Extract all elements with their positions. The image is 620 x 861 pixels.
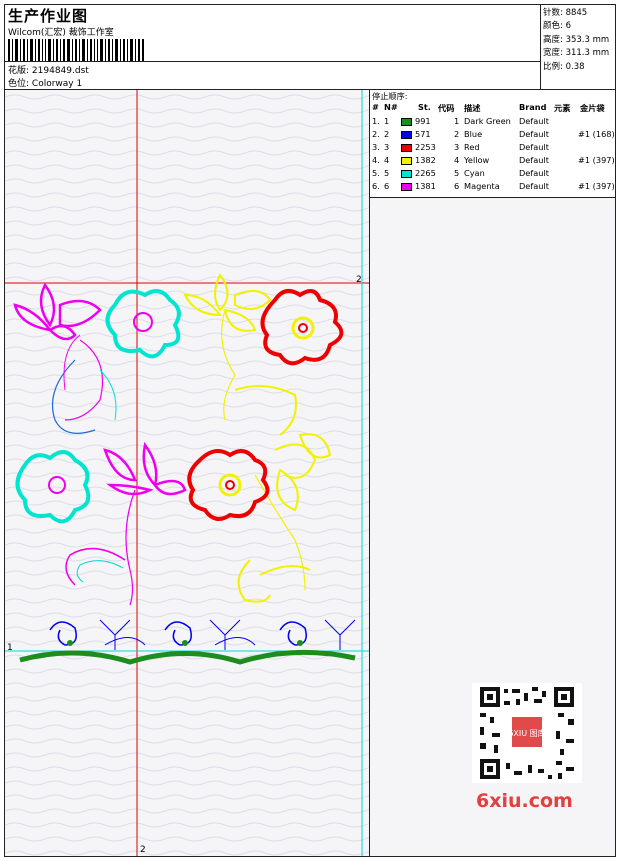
table-row: 2. 2 571 2 Blue Default #1 (168)	[370, 129, 615, 142]
col-index: #	[372, 102, 379, 112]
stat-label: 高度:	[543, 34, 563, 45]
table-row: 4. 4 1382 4 Yellow Default #1 (397)	[370, 155, 615, 168]
stat-value: 311.3 mm	[565, 48, 610, 59]
stat-scale: 比例: 0.38	[543, 61, 609, 74]
embroidery-preview	[5, 90, 369, 856]
row-stitches: 991	[415, 116, 431, 126]
stat-value: 353.3 mm	[565, 34, 610, 45]
stat-label: 宽度:	[543, 48, 563, 59]
stat-label: 针数:	[543, 8, 563, 18]
row-stitches: 1382	[415, 155, 436, 165]
design-file: 花版: 2194849.dst	[8, 63, 89, 76]
row-number: 6	[384, 181, 390, 191]
header: 生产作业图 Wilcom(汇宏) 裁饰工作室 花版: 2194849.dst 色…	[5, 5, 615, 90]
row-description: Magenta	[464, 181, 500, 191]
row-brand: Default	[519, 116, 549, 126]
row-element: #1 (397)	[578, 155, 615, 165]
company-name: Wilcom(汇宏) 裁饰工作室	[8, 28, 114, 38]
colorway: 色位: Colorway 1	[8, 76, 82, 89]
stat-value: 0.38	[565, 61, 585, 72]
row-stitches: 2265	[415, 168, 436, 178]
header-divider	[5, 61, 540, 62]
color-swatch	[401, 183, 412, 191]
row-code: 3	[454, 142, 460, 152]
row-description: Blue	[464, 129, 483, 139]
stat-colors: 颜色: 6	[543, 20, 609, 33]
row-number: 5	[384, 168, 390, 178]
color-swatch	[401, 157, 412, 165]
stat-width: 宽度: 311.3 mm	[543, 47, 609, 60]
row-number: 3	[384, 142, 390, 152]
stat-value: 6	[565, 21, 571, 32]
row-brand: Default	[519, 129, 549, 139]
row-index: 6.	[372, 181, 380, 191]
table-row: 1. 1 991 1 Dark Green Default	[370, 116, 615, 129]
row-stitches: 2253	[415, 142, 436, 152]
row-number: 4	[384, 155, 390, 165]
design-canvas: 2 1 2	[5, 90, 370, 856]
row-number: 2	[384, 129, 390, 139]
color-swatch	[401, 118, 412, 126]
table-row: 5. 5 2265 5 Cyan Default	[370, 168, 615, 181]
stat-stitches: 针数: 8845	[543, 7, 609, 20]
row-code: 2	[454, 129, 460, 139]
row-description: Cyan	[464, 168, 485, 178]
row-index: 1.	[372, 116, 380, 126]
col-brand: Brand	[519, 102, 547, 112]
color-swatch	[401, 170, 412, 178]
color-swatch	[401, 131, 412, 139]
colorway-value: Colorway 1	[31, 79, 83, 89]
stat-label: 颜色:	[543, 21, 563, 32]
qr-stamp-text: 6XIU 图库	[508, 728, 545, 738]
row-index: 4.	[372, 155, 380, 165]
watermark: 6xiu.com	[476, 790, 573, 812]
row-element: #1 (397)	[578, 181, 615, 191]
row-description: Dark Green	[464, 116, 511, 126]
header-left: 生产作业图 Wilcom(汇宏) 裁饰工作室 花版: 2194849.dst 色…	[5, 5, 541, 89]
row-brand: Default	[519, 142, 549, 152]
row-description: Yellow	[464, 155, 490, 165]
stop-sequence-table: 停止顺序: # N# St. 代码 描述 Brand 元素 金片袋 1. 1 991…	[370, 90, 615, 198]
row-brand: Default	[519, 181, 549, 191]
design-value: 2194849.dst	[31, 66, 89, 76]
row-index: 2.	[372, 129, 380, 139]
row-brand: Default	[519, 155, 549, 165]
stat-height: 高度: 353.3 mm	[543, 34, 609, 47]
row-number: 1	[384, 116, 390, 126]
stats-panel: 针数: 8845 颜色: 6 高度: 353.3 mm 宽度: 311.3 mm…	[543, 7, 609, 74]
stop-table-title: 停止顺序:	[372, 91, 408, 101]
qr-code: 6XIU 图库	[472, 683, 582, 783]
row-code: 5	[454, 168, 460, 178]
col-number: N#	[384, 102, 398, 112]
col-code: 代码	[438, 103, 455, 113]
row-element: #1 (168)	[578, 129, 615, 139]
col-sequin: 金片袋	[580, 103, 605, 113]
marker-top-right: 2	[356, 275, 362, 285]
stat-label: 比例:	[543, 61, 563, 72]
row-stitches: 1381	[415, 181, 436, 191]
row-code: 1	[454, 116, 460, 126]
row-index: 5.	[372, 168, 380, 178]
row-code: 6	[454, 181, 460, 191]
table-header: # N# St. 代码 描述 Brand 元素 金片袋	[370, 102, 615, 114]
col-description: 描述	[464, 103, 481, 113]
col-element: 元素	[554, 103, 571, 113]
color-swatch	[401, 144, 412, 152]
row-code: 4	[454, 155, 460, 165]
col-stitches: St.	[418, 102, 431, 112]
row-index: 3.	[372, 142, 380, 152]
barcode	[8, 39, 144, 61]
table-row: 3. 3 2253 3 Red Default	[370, 142, 615, 155]
colorway-label: 色位:	[8, 79, 30, 89]
page-title: 生产作业图	[8, 7, 89, 25]
marker-bottom: 2	[140, 845, 146, 855]
marker-left: 1	[7, 643, 13, 653]
stat-value: 8845	[565, 8, 588, 18]
design-label: 花版:	[8, 66, 30, 76]
table-row: 6. 6 1381 6 Magenta Default #1 (397)	[370, 181, 615, 194]
row-stitches: 571	[415, 129, 431, 139]
row-brand: Default	[519, 168, 549, 178]
row-description: Red	[464, 142, 480, 152]
